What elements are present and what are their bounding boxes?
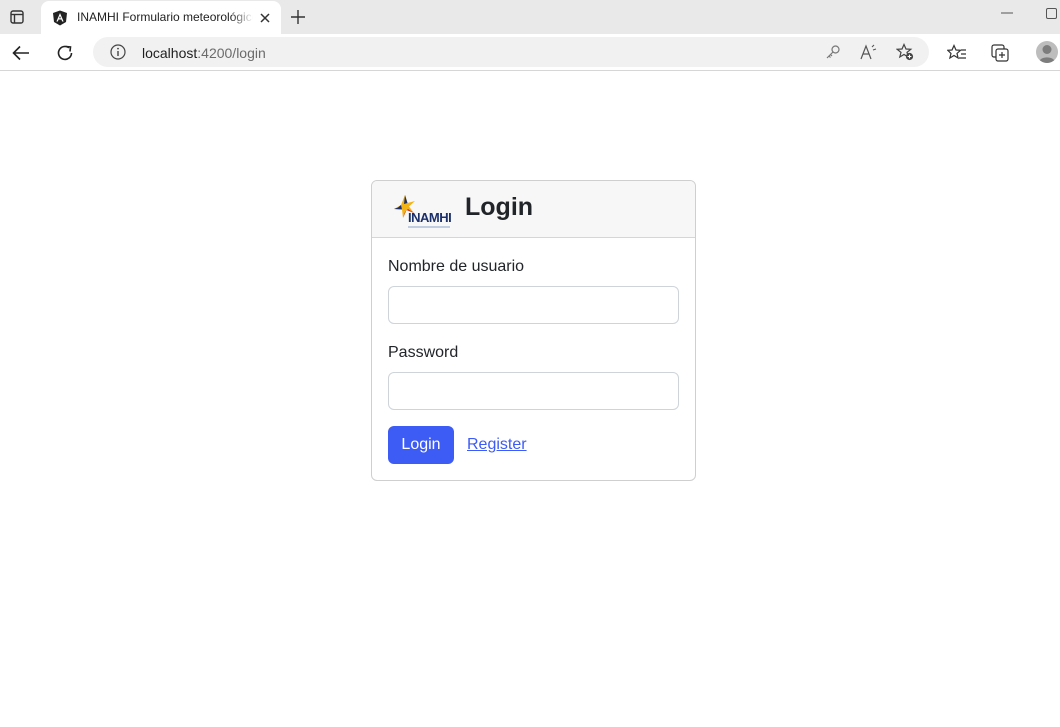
back-icon[interactable] (9, 41, 33, 65)
collections-icon[interactable] (989, 41, 1013, 65)
logo-text: INAMHI (408, 210, 451, 225)
add-favorite-icon[interactable] (896, 43, 914, 61)
inamhi-logo: INAMHI (393, 192, 453, 230)
read-aloud-icon[interactable] (860, 43, 878, 61)
key-icon[interactable] (824, 43, 842, 61)
url-text[interactable]: localhost:4200/login (142, 45, 266, 61)
info-icon[interactable] (110, 44, 126, 60)
register-link[interactable]: Register (467, 436, 527, 454)
browser-toolbar: localhost:4200/login (0, 34, 1060, 71)
tab-title: INAMHI Formulario meteorológico (77, 10, 253, 24)
password-input[interactable] (388, 372, 679, 410)
username-label: Nombre de usuario (388, 258, 525, 275)
login-card-header: INAMHI Login (372, 181, 695, 238)
profile-icon[interactable] (1036, 41, 1058, 63)
tab-strip: INAMHI Formulario meteorológico (0, 0, 1060, 34)
tab-actions-icon[interactable] (6, 6, 28, 28)
close-icon[interactable] (257, 10, 273, 26)
address-bar[interactable]: localhost:4200/login (93, 37, 929, 67)
minimize-icon[interactable] (998, 6, 1016, 20)
username-input[interactable] (388, 286, 679, 324)
password-label: Password (388, 344, 459, 361)
reload-icon[interactable] (53, 41, 77, 65)
angular-icon (52, 10, 68, 26)
login-card: INAMHI Login Nombre de usuario Password … (371, 180, 696, 481)
url-host: localhost (142, 45, 198, 61)
favorites-icon[interactable] (945, 41, 969, 65)
login-button[interactable]: Login (388, 426, 454, 464)
url-path: :4200/login (197, 45, 266, 61)
maximize-icon[interactable] (1042, 6, 1060, 20)
page-title: Login (465, 193, 534, 221)
new-tab-icon[interactable] (287, 6, 309, 28)
browser-tab[interactable]: INAMHI Formulario meteorológico (41, 1, 281, 34)
